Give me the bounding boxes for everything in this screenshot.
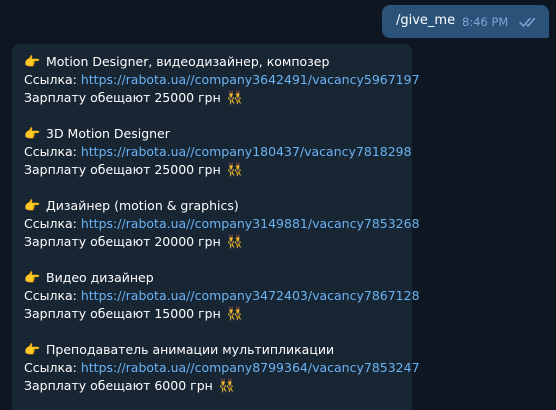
link-label: Ссылка: [24, 360, 81, 375]
vacancy-link-line: Ссылка: https://rabota.ua//company879936… [24, 359, 420, 377]
vacancy-title: Преподаватель анимации мультипликации [46, 342, 335, 357]
vacancy-link[interactable]: https://rabota.ua//company3149881/vacanc… [81, 216, 420, 231]
link-label: Ссылка: [24, 72, 81, 87]
people-with-bunny-ears-icon: 👯 [218, 379, 235, 394]
people-with-bunny-ears-icon: 👯 [226, 235, 243, 250]
link-label: Ссылка: [24, 216, 81, 231]
backhand-index-pointing-right-icon: 👉 [24, 127, 41, 142]
outgoing-message-text: /give_me [396, 13, 456, 28]
link-label: Ссылка: [24, 144, 81, 159]
vacancy-salary: Зарплату обещают 15000 грн [24, 306, 221, 321]
vacancy-salary-line: Зарплату обещают 25000 грн 👯 [24, 161, 410, 179]
vacancy-item: 👉 Видео дизайнер Ссылка: https://rabota.u… [24, 269, 420, 323]
vacancy-title: Дизайнер (motion & graphics) [46, 198, 239, 213]
backhand-index-pointing-right-icon: 👉 [24, 271, 41, 286]
vacancy-title-line: 👉 3D Motion Designer [24, 125, 410, 143]
vacancy-salary-line: Зарплату обещают 15000 грн 👯 [24, 305, 410, 323]
incoming-message: 👉 Motion Designer, видеодизайнер, композе… [12, 44, 420, 410]
vacancy-salary-line: Зарплату обещают 6000 грн 👯 [24, 377, 410, 395]
vacancy-title-line: 👉 Дизайнер (motion & graphics) [24, 197, 410, 215]
people-with-bunny-ears-icon: 👯 [226, 163, 243, 178]
vacancy-title-line: 👉 Видео дизайнер [24, 269, 410, 287]
vacancy-salary: Зарплату обещают 25000 грн [24, 162, 221, 177]
double-check-icon [519, 17, 536, 27]
vacancy-salary: Зарплату обещают 6000 грн [24, 378, 213, 393]
vacancy-link-line: Ссылка: https://rabota.ua//company314988… [24, 215, 420, 233]
link-label: Ссылка: [24, 288, 81, 303]
vacancy-title: Видео дизайнер [46, 270, 154, 285]
vacancy-title-line: 👉 Motion Designer, видеодизайнер, композе… [24, 53, 410, 71]
vacancy-salary: Зарплату обещают 20000 грн [24, 234, 221, 249]
vacancy-salary-line: Зарплату обещают 20000 грн 👯 [24, 233, 410, 251]
outgoing-message[interactable]: /give_me 8:46 PM [382, 5, 549, 38]
vacancy-link-line: Ссылка: https://rabota.ua//company364249… [24, 71, 420, 89]
vacancy-title: Motion Designer, видеодизайнер, композер [46, 54, 330, 69]
vacancy-title: 3D Motion Designer [46, 126, 170, 141]
backhand-index-pointing-right-icon: 👉 [24, 199, 41, 214]
vacancy-item: 👉 Дизайнер (motion & graphics) Ссылка: ht… [24, 197, 420, 251]
vacancy-link[interactable]: https://rabota.ua//company180437/vacancy… [81, 144, 412, 159]
vacancy-link[interactable]: https://rabota.ua//company3642491/vacanc… [81, 72, 420, 87]
vacancy-item: 👉 Преподаватель анимации мультипликации С… [24, 341, 420, 395]
people-with-bunny-ears-icon: 👯 [226, 91, 243, 106]
vacancy-item: 👉 Motion Designer, видеодизайнер, композе… [24, 53, 420, 107]
chat-area: /give_me 8:46 PM 👉 Motion Designer, видео… [0, 0, 556, 410]
message-time: 8:46 PM [462, 15, 509, 29]
vacancy-link[interactable]: https://rabota.ua//company3472403/vacanc… [81, 288, 420, 303]
vacancy-salary: Зарплату обещают 25000 грн [24, 90, 221, 105]
backhand-index-pointing-right-icon: 👉 [24, 55, 41, 70]
vacancy-link[interactable]: https://rabota.ua//company8799364/vacanc… [81, 360, 420, 375]
vacancy-link-line: Ссылка: https://rabota.ua//company180437… [24, 143, 412, 161]
vacancy-item: 👉 3D Motion Designer Ссылка: https://rabo… [24, 125, 412, 179]
vacancy-title-line: 👉 Преподаватель анимации мультипликации [24, 341, 410, 359]
people-with-bunny-ears-icon: 👯 [226, 307, 243, 322]
vacancy-link-line: Ссылка: https://rabota.ua//company347240… [24, 287, 420, 305]
backhand-index-pointing-right-icon: 👉 [24, 343, 41, 358]
vacancy-salary-line: Зарплату обещают 25000 грн 👯 [24, 89, 410, 107]
